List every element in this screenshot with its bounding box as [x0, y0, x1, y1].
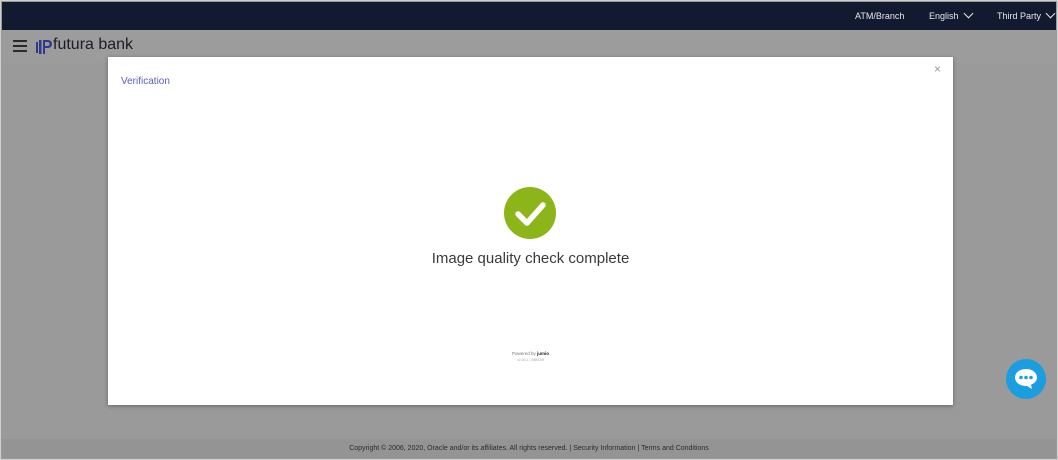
- close-icon[interactable]: ×: [934, 63, 941, 75]
- footer-separator: |: [637, 445, 640, 452]
- third-party-label: Third Party: [997, 11, 1042, 21]
- status-message: Image quality check complete: [431, 250, 630, 267]
- chat-bubble-icon: [1015, 369, 1037, 389]
- footer-separator: |: [569, 445, 572, 452]
- brand-name[interactable]: futura bank: [53, 36, 133, 54]
- top-utility-bar: ATM/Branch English Third Party: [2, 2, 1056, 30]
- language-label: English: [929, 11, 959, 21]
- check-circle-icon: [504, 187, 556, 239]
- third-party-selector[interactable]: Third Party: [997, 8, 1056, 21]
- hamburger-menu-icon[interactable]: [13, 40, 27, 52]
- futura-bank-logo-icon: [36, 40, 52, 54]
- version-label: v2.50.1 | 4f8f034f: [517, 358, 544, 362]
- app-window: ATM/Branch English Third Party futura ba…: [0, 0, 1058, 460]
- powered-by-label: Powered by: [511, 351, 536, 356]
- copyright-text: Copyright © 2006, 2020, Oracle and/or it…: [349, 445, 568, 452]
- verification-dialog: Verification × Image quality check compl…: [108, 57, 953, 405]
- page-footer: Copyright © 2006, 2020, Oracle and/or it…: [2, 439, 1056, 458]
- powered-by-brand: jumio: [537, 351, 550, 356]
- chevron-down-icon: [1045, 8, 1056, 19]
- atm-branch-link[interactable]: ATM/Branch: [855, 11, 904, 21]
- dialog-title: Verification: [121, 76, 170, 87]
- chat-button[interactable]: [1006, 359, 1046, 399]
- security-information-link[interactable]: Security Information: [573, 445, 635, 452]
- language-selector[interactable]: English: [929, 8, 973, 21]
- chevron-down-icon: [963, 8, 973, 19]
- terms-and-conditions-link[interactable]: Terms and Conditions: [641, 445, 709, 452]
- powered-by: Powered by jumio: [108, 351, 953, 357]
